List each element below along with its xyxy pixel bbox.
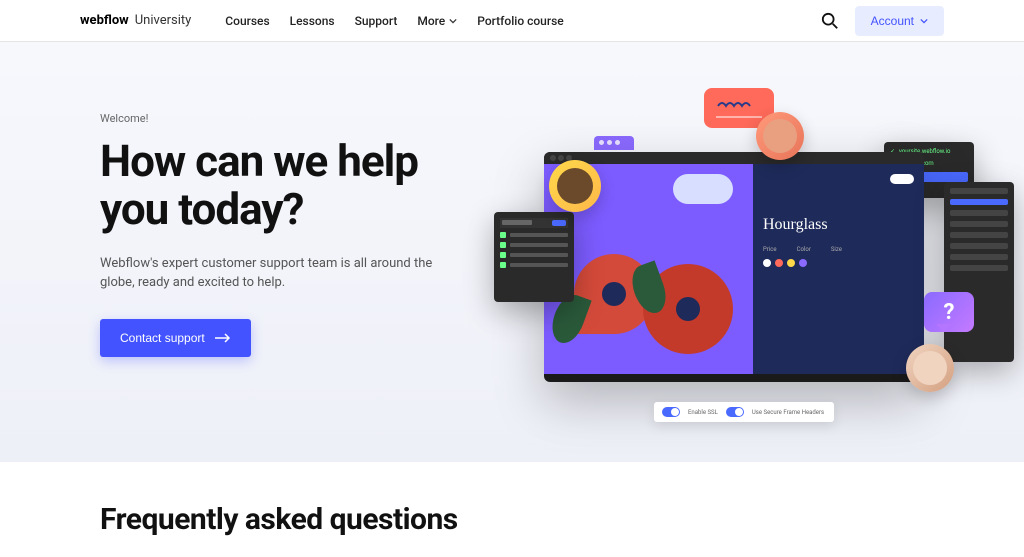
cloud-shape [673,174,733,204]
panel-title-bar [502,220,532,225]
flower-center [602,282,626,306]
chevron-down-icon [449,17,457,25]
window-dot [607,140,612,145]
logo-product: University [135,13,192,28]
item-text [510,263,568,267]
hero-eyebrow: Welcome! [100,112,480,125]
search-icon[interactable] [821,12,839,30]
panel-item [500,252,568,258]
panel-row [950,265,1008,271]
hero-illustration: ✓ yoursite.webflow.io ✓ yoursite.com [504,92,1004,432]
panel-header [500,218,568,228]
nav-portfolio[interactable]: Portfolio course [477,14,563,28]
chevron-down-icon [920,17,928,25]
detail-row: PriceColorSize [763,246,914,253]
toggle-label: Enable SSL [688,409,718,416]
pill-badge [890,174,914,184]
account-label: Account [871,14,914,28]
logo[interactable]: webflow University [80,13,191,28]
nav-support[interactable]: Support [355,14,398,28]
ssl-toggles-panel: Enable SSL Use Secure Frame Headers [654,402,834,422]
toggle-label: Use Secure Frame Headers [752,409,824,416]
item-text [510,233,568,237]
window-dot [599,140,604,145]
toolbar-dot [558,155,564,161]
panel-row-active [950,199,1008,205]
squiggle-icon [716,98,762,108]
product-title: Hourglass [763,216,914,234]
avatar-user-3 [906,344,954,392]
nav-courses[interactable]: Courses [225,14,269,28]
item-dot [500,262,506,268]
window-chrome-dots [594,136,634,150]
hero-content: Welcome! How can we help you today? Webf… [0,112,480,357]
speech-bubble-question: ? [924,292,974,332]
main-nav: Courses Lessons Support More Portfolio c… [225,14,563,28]
toolbar-dot [550,155,556,161]
color-swatch [775,259,783,267]
style-panel [944,182,1014,362]
avatar-user-1 [549,160,601,212]
item-text [510,243,568,247]
question-mark-icon: ? [944,300,955,325]
window-dot [615,140,620,145]
toggle-switch [726,407,744,417]
panel-row [950,243,1008,249]
panel-item [500,232,568,238]
cta-label: Contact support [120,331,205,345]
avatar-user-2 [756,112,804,160]
panel-item [500,262,568,268]
panel-row [950,188,1008,194]
faq-section: Frequently asked questions [0,462,1024,557]
header-left: webflow University Courses Lessons Suppo… [80,13,564,28]
item-text [510,253,568,257]
editor-mockup: Hourglass PriceColorSize [544,152,924,382]
canvas-product-panel: Hourglass PriceColorSize [753,164,924,374]
hero-title: How can we help you today? [100,137,480,234]
speech-line [716,116,762,118]
color-swatches [763,259,914,267]
item-dot [500,242,506,248]
main-header: webflow University Courses Lessons Suppo… [0,0,1024,42]
panel-chip [552,220,566,226]
interactions-panel [494,212,574,302]
item-dot [500,252,506,258]
nav-lessons[interactable]: Lessons [290,14,335,28]
panel-row [950,254,1008,260]
color-swatch [799,259,807,267]
panel-row [950,232,1008,238]
header-right: Account [821,6,944,36]
nav-more-label: More [417,14,445,28]
color-swatch [763,259,771,267]
hero-section: Welcome! How can we help you today? Webf… [0,42,1024,462]
panel-row [950,221,1008,227]
nav-more[interactable]: More [417,14,457,28]
editor-canvas: Hourglass PriceColorSize [544,164,924,374]
editor-toolbar [544,152,924,164]
contact-support-button[interactable]: Contact support [100,319,251,357]
panel-row [950,210,1008,216]
account-button[interactable]: Account [855,6,944,36]
arrow-right-icon [215,333,231,343]
hero-description: Webflow's expert customer support team i… [100,254,440,293]
color-swatch [787,259,795,267]
flower-center [676,297,700,321]
panel-item [500,242,568,248]
logo-brand: webflow [80,13,129,28]
toggle-switch [662,407,680,417]
item-dot [500,232,506,238]
faq-title: Frequently asked questions [100,502,924,537]
